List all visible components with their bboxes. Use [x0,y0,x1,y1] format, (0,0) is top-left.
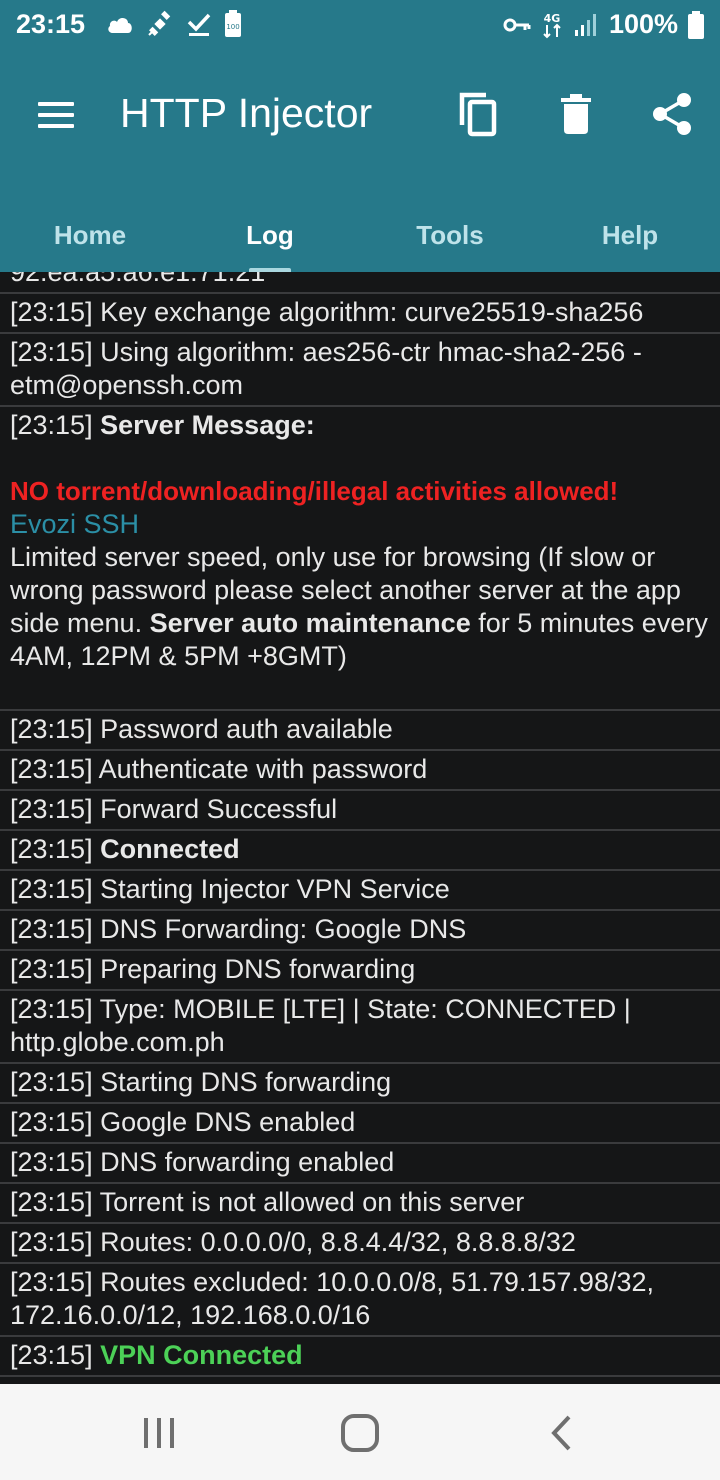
back-icon [551,1415,571,1451]
svg-text:4G: 4G [544,12,561,25]
copy-icon [459,92,497,137]
battery-saver-icon: 100 [225,10,241,37]
log-entry-vpn-connected: [23:15] VPN Connected [0,1337,720,1377]
share-icon [653,93,691,135]
tab-label: Log [246,219,294,250]
log-entry: [23:15] Routes excluded: 10.0.0.0/8, 51.… [0,1264,720,1337]
log-entry: [23:15] Key exchange algorithm: curve255… [0,294,720,334]
battery-percent: 100% [608,9,678,39]
tab-home[interactable]: Home [0,198,180,272]
battery-icon [688,10,704,39]
satellite-icon [148,10,171,36]
log-entry: [23:15] Starting DNS forwarding [0,1064,720,1104]
log-entry: [23:15] DNS forwarding enabled [0,1144,720,1184]
log-entry: [23:15] Forward Successful [0,791,720,831]
notification-icons: 100 [106,10,242,38]
tab-label: Tools [416,219,484,250]
status-right: 4G 100% [503,9,704,40]
log-time: [23:15] [10,410,101,440]
back-button[interactable] [532,1408,592,1458]
log-entry: [23:15] Type: MOBILE [LTE] | State: CONN… [0,991,720,1064]
tab-help[interactable]: Help [540,198,720,272]
log-entry: [23:15] Preparing DNS forwarding [0,951,720,991]
cloud-icon [108,17,132,33]
mobile-data-icon: 4G [543,12,561,38]
tab-tools[interactable]: Tools [360,198,540,272]
recents-button[interactable] [129,1408,189,1458]
home-button[interactable] [330,1408,390,1458]
log-entry: [23:15] Starting Injector VPN Service [0,871,720,911]
log-entry: [23:15] Routes: 0.0.0.0/0, 8.8.4.4/32, 8… [0,1224,720,1264]
signal-icon [574,13,596,36]
server-provider: Evozi SSH [10,509,140,539]
delete-button[interactable] [548,86,604,142]
system-nav-bar [0,1384,720,1480]
delete-icon [561,94,591,134]
download-done-icon [187,13,211,36]
menu-button[interactable] [36,96,76,136]
status-bar: 23:15 100 4G 100% [0,0,720,48]
log-entry: 92:ea:a5:a6:e1:71:21 [0,272,720,294]
tab-log[interactable]: Log [180,198,360,272]
copy-button[interactable] [450,86,506,142]
app-bar: HTTP Injector Home Log Tools Help [0,48,720,272]
app-title: HTTP Injector [120,90,373,136]
svg-text:100: 100 [226,23,239,31]
log-entry: [23:15] DNS Forwarding: Google DNS [0,911,720,951]
status-time: 23:15 [16,9,86,39]
server-message-body: Limited server speed, only use for brows… [10,541,710,673]
log-entry: [23:15] Password auth available [0,711,720,751]
share-button[interactable] [644,86,700,142]
log-entry: [23:15] Torrent is not allowed on this s… [0,1184,720,1224]
server-message-heading: Server Message: [100,410,315,440]
menu-icon-bar [38,113,74,117]
menu-icon [38,102,74,106]
log-entry: [23:15] Authenticate with password [0,751,720,791]
log-time: [23:15] [10,1340,101,1370]
connected-label: Connected [100,834,240,864]
recents-icon [144,1418,174,1448]
server-warning: NO torrent/downloading/illegal activitie… [10,476,619,506]
log-entry-connected: [23:15] Connected [0,831,720,871]
tab-label: Home [53,219,127,250]
log-time: [23:15] [10,834,101,864]
log-entry: [23:15] Google DNS enabled [0,1104,720,1144]
vpn-key-icon [503,18,531,31]
log-entry: [23:15] Using algorithm: aes256-ctr hmac… [0,334,720,407]
log-list[interactable]: 92:ea:a5:a6:e1:71:21 [23:15] Key exchang… [0,272,720,1384]
server-body-bold: Server auto maintenance [149,608,471,638]
tab-label: Help [601,219,659,250]
vpn-connected-label: VPN Connected [100,1340,303,1370]
home-icon [341,1414,379,1452]
tab-bar: Home Log Tools Help [0,198,720,272]
menu-icon-bar [38,124,74,128]
server-message: [23:15] Server Message: NO torrent/downl… [0,407,720,711]
